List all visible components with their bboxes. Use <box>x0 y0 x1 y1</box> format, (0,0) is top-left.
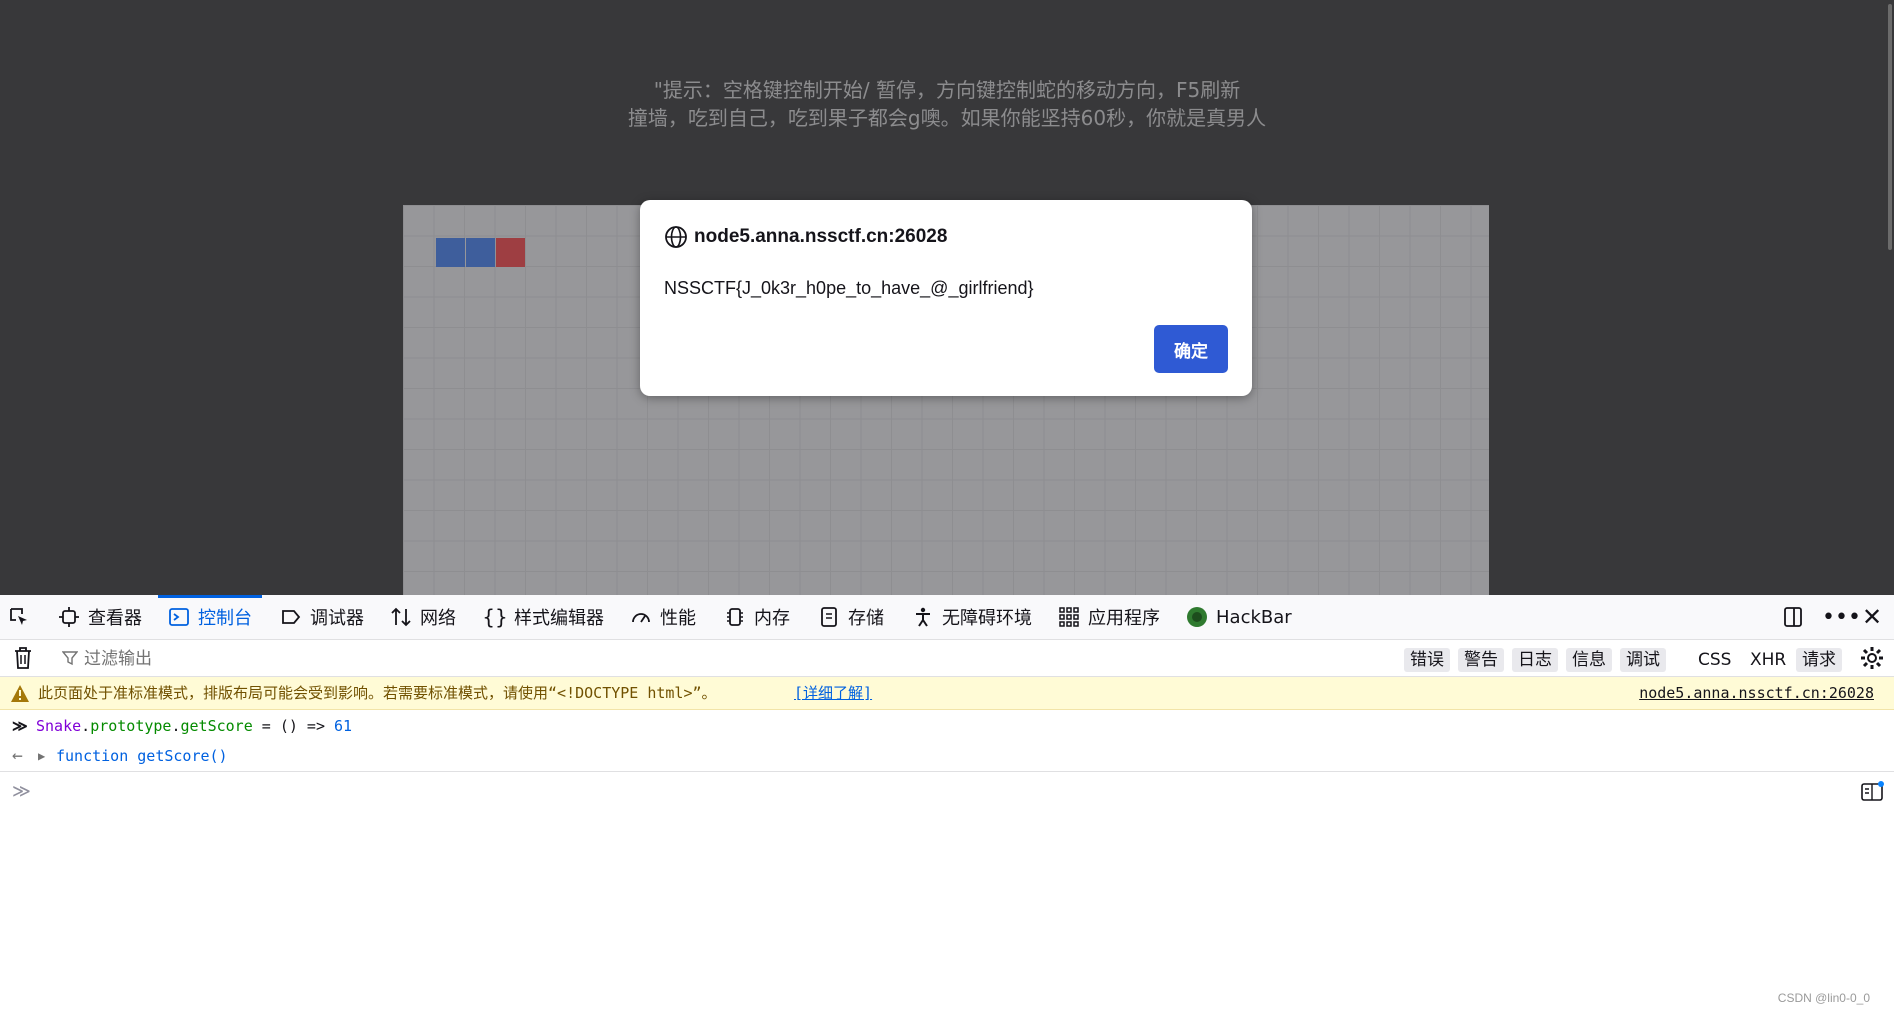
watermark: CSDN @lin0-0_0 <box>1777 991 1870 1005</box>
console-icon <box>168 606 190 628</box>
input-prompt-icon: ≫ <box>12 781 31 801</box>
console-filter-bar: 错误 警告 日志 信息 调试 CSS XHR 请求 <box>0 640 1894 677</box>
warning-source-link[interactable]: node5.anna.nssctf.cn:26028 <box>1639 677 1874 709</box>
tab-label: 控制台 <box>198 608 252 629</box>
expand-triangle-icon[interactable]: ▶ <box>38 741 45 771</box>
console-result: ← ▶ function getScore() <box>0 741 1894 772</box>
more-icon: ••• <box>1822 604 1861 630</box>
tab-network[interactable]: 网络 <box>390 595 456 639</box>
tab-label: 样式编辑器 <box>514 608 604 629</box>
settings-gear-icon[interactable] <box>1860 646 1884 675</box>
tab-label: 存储 <box>848 608 884 629</box>
console-input-line[interactable]: ≫ <box>0 775 1894 811</box>
hint-line-1: "提示：空格键控制开始/ 暂停，方向键控制蛇的移动方向，F5刷新 <box>653 78 1241 102</box>
tab-label: 性能 <box>660 608 696 629</box>
storage-icon <box>818 606 840 628</box>
tab-label: 应用程序 <box>1088 608 1160 629</box>
picker-icon <box>8 606 30 628</box>
filter-errors-button[interactable]: 错误 <box>1404 648 1450 672</box>
filter-warnings-button[interactable]: 警告 <box>1458 648 1504 672</box>
accessibility-icon <box>912 606 934 628</box>
dialog-title: node5.anna.nssctf.cn:26028 <box>694 226 948 247</box>
warning-text: 此页面处于准标准模式，排版布局可能会受到影响。若需要标准模式，请使用“<!DOC… <box>38 684 717 702</box>
tab-label: 无障碍环境 <box>942 608 1032 629</box>
editor-mode-icon[interactable] <box>1860 781 1884 808</box>
tab-label: 查看器 <box>88 608 142 629</box>
filter-requests-button[interactable]: 请求 <box>1796 648 1842 672</box>
snake-body-segment <box>466 238 495 267</box>
hint-line-2: 撞墙，吃到自己，吃到果子都会g噢。如果你能坚持60秒，你就是真男人 <box>627 106 1267 130</box>
tab-label: 网络 <box>420 608 456 629</box>
result-arrow-icon: ← <box>12 745 23 766</box>
dock-side-button[interactable] <box>1782 595 1812 639</box>
filter-xhr-button[interactable]: XHR <box>1744 648 1792 672</box>
filter-logs-button[interactable]: 日志 <box>1512 648 1558 672</box>
tab-inspector[interactable]: 查看器 <box>58 595 142 639</box>
tab-accessibility[interactable]: 无障碍环境 <box>912 595 1032 639</box>
dialog-message: NSSCTF{J_0k3r_h0pe_to_have_@_girlfriend} <box>664 278 1034 298</box>
element-picker-button[interactable] <box>8 595 38 639</box>
code-prop-getscore: getScore <box>180 717 253 735</box>
input-expression: Snake.prototype.getScore = () => 61 <box>36 717 353 735</box>
code-number: 61 <box>334 717 353 735</box>
tab-console[interactable]: 控制台 <box>158 595 262 639</box>
tab-label: HackBar <box>1216 606 1292 628</box>
tab-performance[interactable]: 性能 <box>630 595 696 639</box>
console-warning-message: 此页面处于准标准模式，排版布局可能会受到影响。若需要标准模式，请使用“<!DOC… <box>0 677 1894 710</box>
tab-hackbar[interactable]: HackBar <box>1186 595 1292 639</box>
dock-icon <box>1782 606 1804 628</box>
performance-icon <box>630 606 652 628</box>
inspector-icon <box>58 606 80 628</box>
close-devtools-button[interactable]: ✕ <box>1862 595 1882 639</box>
tab-style-editor[interactable]: {} 样式编辑器 <box>482 595 604 639</box>
more-options-button[interactable]: ••• <box>1822 595 1861 639</box>
snake-head <box>496 238 525 267</box>
hackbar-icon <box>1186 606 1208 628</box>
tab-label: 内存 <box>754 608 790 629</box>
tab-storage[interactable]: 存储 <box>818 595 884 639</box>
result-value[interactable]: function getScore() <box>56 741 228 771</box>
devtools-panel: 查看器 控制台 调试器 网络 {} 样式编辑器 性能 内存 存储 无障碍环境 应… <box>0 595 1894 1013</box>
ok-button[interactable]: 确定 <box>1154 325 1228 373</box>
devtools-toolbar: 查看器 控制台 调试器 网络 {} 样式编辑器 性能 内存 存储 无障碍环境 应… <box>0 595 1894 640</box>
filter-info-button[interactable]: 信息 <box>1566 648 1612 672</box>
memory-icon <box>724 606 746 628</box>
application-icon <box>1058 606 1080 628</box>
tab-label: 调试器 <box>310 608 364 629</box>
tab-memory[interactable]: 内存 <box>724 595 790 639</box>
tab-application[interactable]: 应用程序 <box>1058 595 1160 639</box>
filter-css-button[interactable]: CSS <box>1692 648 1737 672</box>
network-icon <box>390 606 412 628</box>
code-rest: = () => <box>252 717 335 735</box>
snake-body-segment <box>436 238 465 267</box>
web-page: "提示：空格键控制开始/ 暂停，方向键控制蛇的移动方向，F5刷新 撞墙，吃到自己… <box>0 0 1894 595</box>
debugger-icon <box>280 606 302 628</box>
tab-debugger[interactable]: 调试器 <box>280 595 364 639</box>
console-input-echo: ≫ Snake.prototype.getScore = () => 61 <box>0 711 1894 741</box>
filter-debug-button[interactable]: 调试 <box>1620 648 1666 672</box>
prompt-chevron-icon: ≫ <box>12 717 28 735</box>
code-object: Snake <box>36 717 82 735</box>
close-icon: ✕ <box>1862 603 1883 631</box>
game-hint: "提示：空格键控制开始/ 暂停，方向键控制蛇的移动方向，F5刷新 撞墙，吃到自己… <box>0 76 1894 132</box>
filter-output-input[interactable] <box>62 646 786 672</box>
learn-more-link[interactable]: [详细了解] <box>794 677 872 709</box>
style-editor-icon: {} <box>482 605 508 629</box>
alert-dialog: node5.anna.nssctf.cn:26028 NSSCTF{J_0k3r… <box>640 200 1252 396</box>
code-prop-prototype: prototype <box>90 717 172 735</box>
globe-icon <box>665 226 687 248</box>
trash-icon[interactable] <box>12 646 34 675</box>
